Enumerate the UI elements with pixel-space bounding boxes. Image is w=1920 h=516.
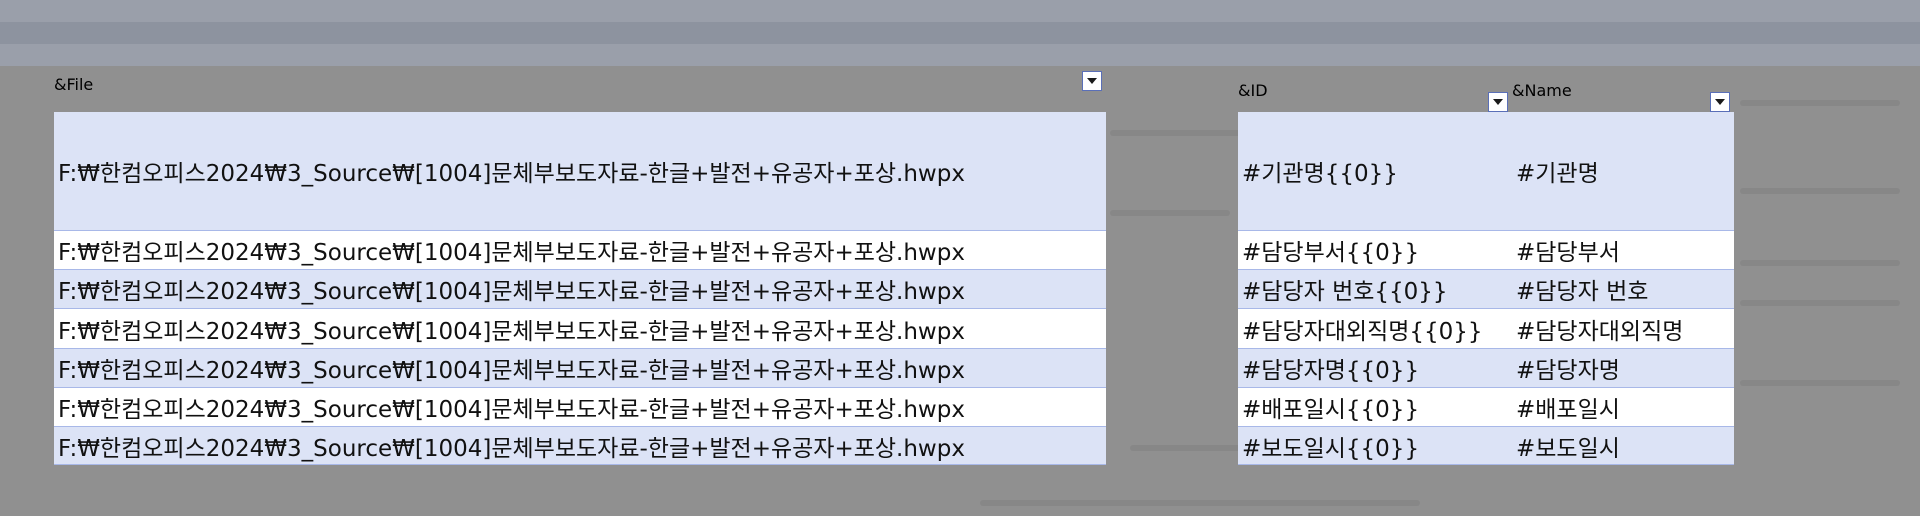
id-column-header[interactable]: &ID xyxy=(1238,78,1512,115)
background-text-line xyxy=(1740,100,1900,106)
id-cell[interactable]: #담당자 번호{{0}} xyxy=(1238,270,1512,309)
id-header-label: &ID xyxy=(1238,81,1268,100)
name-header-label: &Name xyxy=(1512,81,1572,100)
id-cell[interactable]: #보도일시{{0}} xyxy=(1238,427,1512,465)
background-band xyxy=(0,22,1920,44)
id-cell[interactable]: #기관명{{0}} xyxy=(1238,112,1512,231)
file-column-header[interactable]: &File xyxy=(54,71,1106,94)
id-cell[interactable]: #담당자대외직명{{0}} xyxy=(1238,309,1512,349)
file-cell[interactable]: F:₩한컴오피스2024₩3_Source₩[1004]문체부보도자료-한글+발… xyxy=(54,309,1106,349)
name-cell[interactable]: #담당부서 xyxy=(1512,231,1734,270)
file-header-label: &File xyxy=(54,75,94,94)
id-cell[interactable]: #담당부서{{0}} xyxy=(1238,231,1512,270)
file-cell[interactable]: F:₩한컴오피스2024₩3_Source₩[1004]문체부보도자료-한글+발… xyxy=(54,231,1106,270)
name-cell[interactable]: #배포일시 xyxy=(1512,388,1734,427)
background-text-line xyxy=(980,500,1420,506)
name-cell[interactable]: #담당자대외직명 xyxy=(1512,309,1734,349)
background-text-line xyxy=(1740,260,1900,266)
file-cell[interactable]: F:₩한컴오피스2024₩3_Source₩[1004]문체부보도자료-한글+발… xyxy=(54,270,1106,309)
background-band xyxy=(0,44,1920,66)
file-cell[interactable]: F:₩한컴오피스2024₩3_Source₩[1004]문체부보도자료-한글+발… xyxy=(54,388,1106,427)
background-text-line xyxy=(1110,210,1230,216)
filter-dropdown-icon[interactable] xyxy=(1710,92,1730,112)
filter-dropdown-icon[interactable] xyxy=(1488,92,1508,112)
background-text-line xyxy=(1740,380,1900,386)
background-text-line xyxy=(1110,130,1250,136)
name-cell[interactable]: #담당자 번호 xyxy=(1512,270,1734,309)
name-cell[interactable]: #보도일시 xyxy=(1512,427,1734,465)
name-cell[interactable]: #기관명 xyxy=(1512,112,1734,231)
file-cell[interactable]: F:₩한컴오피스2024₩3_Source₩[1004]문체부보도자료-한글+발… xyxy=(54,112,1106,231)
background-band xyxy=(0,0,1920,22)
name-cell[interactable]: #담당자명 xyxy=(1512,349,1734,388)
file-cell[interactable]: F:₩한컴오피스2024₩3_Source₩[1004]문체부보도자료-한글+발… xyxy=(54,427,1106,465)
id-cell[interactable]: #배포일시{{0}} xyxy=(1238,388,1512,427)
background-text-line xyxy=(1740,188,1900,194)
name-column-header[interactable]: &Name xyxy=(1512,78,1734,115)
background-text-line xyxy=(1740,300,1900,306)
file-cell[interactable]: F:₩한컴오피스2024₩3_Source₩[1004]문체부보도자료-한글+발… xyxy=(54,349,1106,388)
filter-dropdown-icon[interactable] xyxy=(1082,71,1102,91)
id-cell[interactable]: #담당자명{{0}} xyxy=(1238,349,1512,388)
